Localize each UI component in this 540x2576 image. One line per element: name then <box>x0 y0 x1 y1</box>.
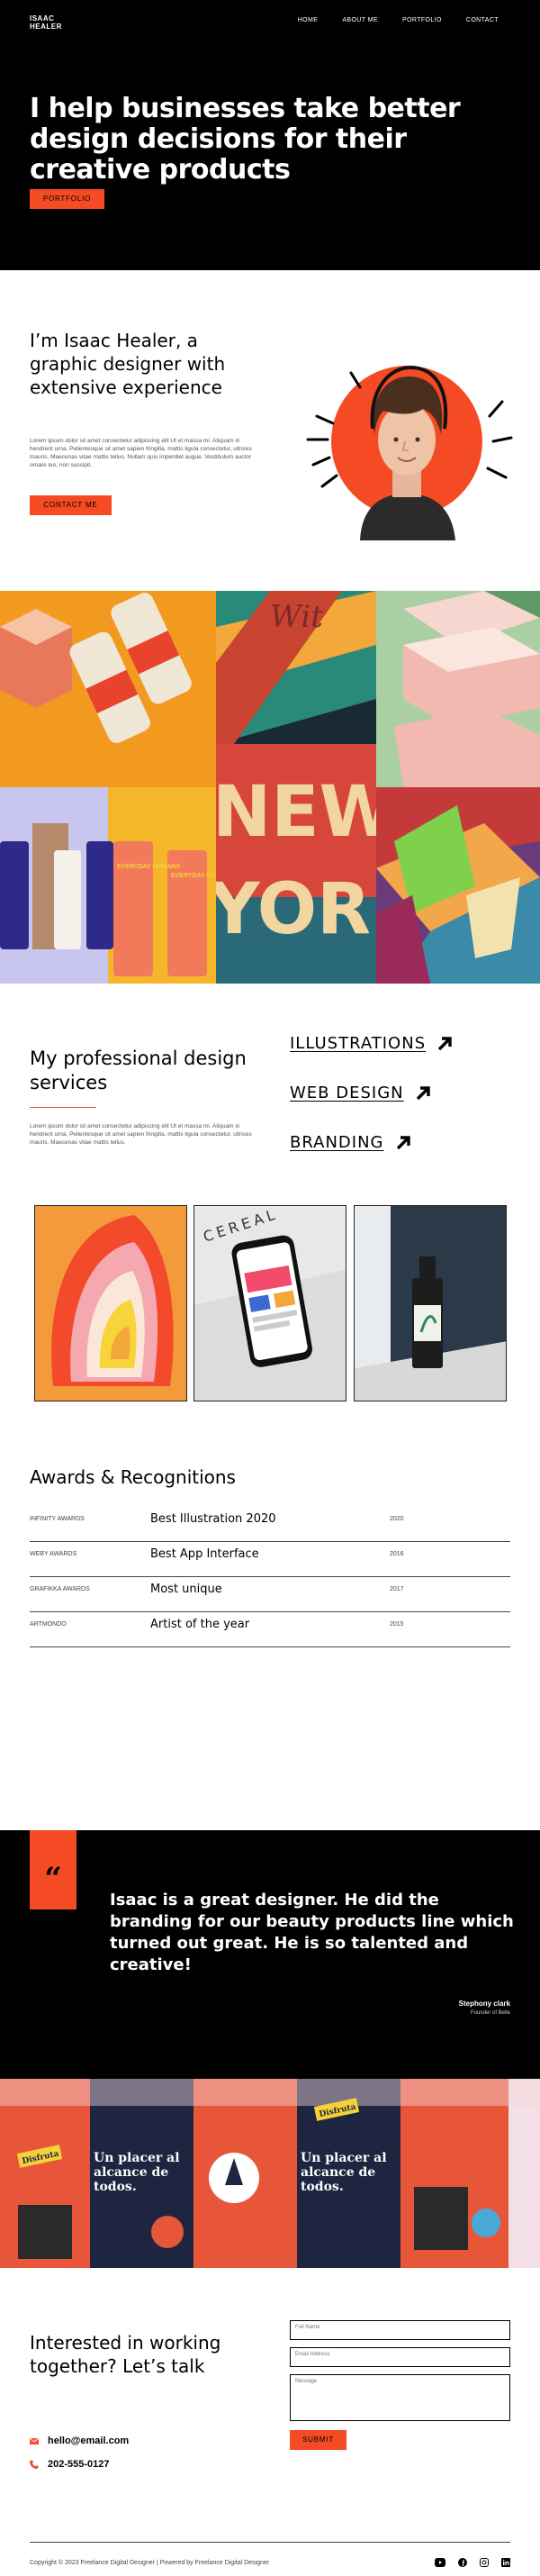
skincare-image: EVERYDAY HUMANS EVERYDAY HUMANS <box>0 787 216 984</box>
boxes-image <box>376 591 540 787</box>
about-heading: I’m Isaac Healer, a graphic designer wit… <box>30 330 226 398</box>
logo-line-1: ISAAC <box>30 14 55 23</box>
nav-item-home[interactable]: HOME <box>298 17 319 23</box>
facebook-icon[interactable] <box>458 2558 467 2567</box>
message-field[interactable]: Message <box>290 2374 510 2421</box>
service-link-label: ILLUSTRATIONS <box>290 1034 427 1053</box>
nav-menu: HOME ABOUT ME PORTFOLIO CONTACT <box>298 14 510 23</box>
award-year: 2017 <box>390 1586 404 1592</box>
award-year: 2020 <box>390 1516 404 1522</box>
gallery-tile-abstract[interactable] <box>376 787 540 984</box>
banner-image: Un placer al alcance de todos. Un placer a… <box>0 2079 540 2268</box>
portfolio-button[interactable]: PORTFOLIO <box>30 189 104 209</box>
portfolio-gallery: NEW YORK Wit <box>0 591 540 984</box>
nav-item-portfolio[interactable]: PORTFOLIO <box>402 17 442 23</box>
email-field[interactable]: Email Address <box>290 2347 510 2367</box>
hero-headline: I help businesses take better design dec… <box>30 93 461 186</box>
award-title: Artist of the year <box>150 1618 250 1631</box>
awards-section: Awards & Recognitions INFINITY AWARDS Be… <box>0 1452 540 1830</box>
illustration-image <box>35 1206 186 1401</box>
abstract-image <box>376 787 540 984</box>
submit-button[interactable]: SUBMIT <box>290 2430 346 2450</box>
svg-text:EVERYDAY HUMANS: EVERYDAY HUMANS <box>171 873 216 879</box>
testimonial-author: Stephony clark <box>458 2000 510 2008</box>
award-org: ARTMONDO <box>30 1621 67 1628</box>
services-body: Lorem ipsum dolor sit amet consectetur a… <box>30 1123 252 1146</box>
award-row: WEBY AWARDS Best App Interface 2016 <box>30 1542 510 1577</box>
testimonial-role: Founder of Belle <box>470 2010 510 2016</box>
arrow-up-right-icon <box>437 1036 452 1050</box>
award-row: INFINITY AWARDS Best Illustration 2020 2… <box>30 1507 510 1542</box>
new-york-image: NEW YORK Wit <box>216 591 376 984</box>
awards-heading: Awards & Recognitions <box>30 1466 236 1488</box>
service-card-illustration[interactable] <box>34 1205 187 1401</box>
instagram-icon[interactable] <box>480 2558 489 2567</box>
cans-image <box>0 591 216 787</box>
svg-text:YORK: YORK <box>216 869 376 950</box>
service-link-web-design[interactable]: WEB DESIGN <box>290 1084 431 1102</box>
cereal-app-image: CEREAL <box>194 1206 346 1401</box>
linkedin-icon[interactable] <box>501 2558 510 2567</box>
service-card-bottle[interactable] <box>354 1205 507 1401</box>
about-section: I’m Isaac Healer, a graphic designer wit… <box>0 270 540 591</box>
contact-me-button[interactable]: CONTACT ME <box>30 495 112 515</box>
arrow-up-right-icon <box>396 1135 410 1149</box>
phone-icon <box>30 2460 39 2469</box>
email-icon <box>30 2437 39 2444</box>
services-divider <box>30 1107 96 1108</box>
about-body: Lorem ipsum dolor sit amet consectetur a… <box>30 438 252 468</box>
award-title: Best Illustration 2020 <box>150 1512 276 1526</box>
contact-phone[interactable]: 202-555-0127 <box>30 2459 110 2470</box>
top-nav: ISAAC HEALER HOME ABOUT ME PORTFOLIO CON… <box>0 0 540 31</box>
service-link-label: WEB DESIGN <box>290 1084 404 1102</box>
gallery-tile-cans[interactable] <box>0 591 216 787</box>
service-card-app[interactable]: CEREAL <box>194 1205 346 1401</box>
award-title: Best App Interface <box>150 1547 259 1561</box>
award-org: WEBY AWARDS <box>30 1551 77 1557</box>
youtube-icon[interactable] <box>435 2558 446 2567</box>
service-link-illustrations[interactable]: ILLUSTRATIONS <box>290 1034 453 1053</box>
award-year: 2015 <box>390 1621 404 1628</box>
bottle-image <box>355 1206 506 1401</box>
email-text: hello@email.com <box>48 2435 130 2446</box>
nav-item-about[interactable]: ABOUT ME <box>342 17 378 23</box>
gallery-tile-new-york[interactable]: NEW YORK Wit <box>216 591 376 984</box>
nav-item-contact[interactable]: CONTACT <box>466 17 499 23</box>
svg-text:NEW: NEW <box>216 772 376 853</box>
name-field[interactable]: Full Name <box>290 2320 510 2340</box>
quote-icon: “ <box>30 1830 76 1909</box>
service-link-label: BRANDING <box>290 1133 384 1152</box>
testimonial-section: “ Isaac is a great designer. He did the … <box>0 1830 540 2079</box>
arrow-up-right-icon <box>416 1085 430 1100</box>
site-logo[interactable]: ISAAC HEALER <box>30 14 66 31</box>
contact-heading: Interested in working together? Let’s ta… <box>30 2332 221 2377</box>
testimonial-quote: Isaac is a great designer. He did the br… <box>110 1891 514 1974</box>
gallery-tile-boxes[interactable] <box>376 591 540 787</box>
svg-text:EVERYDAY HUMANS: EVERYDAY HUMANS <box>117 864 180 870</box>
award-org: INFINITY AWARDS <box>30 1516 85 1522</box>
services-section: My professional design services Lorem ip… <box>0 984 540 1452</box>
award-row: ARTMONDO Artist of the year 2015 <box>30 1612 510 1647</box>
services-heading: My professional design services <box>30 1048 247 1093</box>
social-links <box>435 2558 510 2567</box>
contact-email[interactable]: hello@email.com <box>30 2435 129 2446</box>
phone-text: 202-555-0127 <box>48 2459 110 2470</box>
logo-line-2: HEALER <box>30 23 62 31</box>
footer: Copyright © 2023 Freelance Digital Desig… <box>0 2538 540 2576</box>
award-title: Most unique <box>150 1583 222 1596</box>
portrait-image <box>306 365 513 540</box>
svg-text:Wit: Wit <box>270 599 323 635</box>
gallery-tile-skincare[interactable]: EVERYDAY HUMANS EVERYDAY HUMANS <box>0 787 216 984</box>
contact-section: Interested in working together? Let’s ta… <box>0 2268 540 2538</box>
award-org: GRAFIKKA AWARDS <box>30 1586 90 1592</box>
service-link-branding[interactable]: BRANDING <box>290 1133 411 1152</box>
copyright-text: Copyright © 2023 Freelance Digital Desig… <box>30 2560 270 2566</box>
award-year: 2016 <box>390 1551 404 1557</box>
hero-section: ISAAC HEALER HOME ABOUT ME PORTFOLIO CON… <box>0 0 540 270</box>
award-row: GRAFIKKA AWARDS Most unique 2017 <box>30 1577 510 1612</box>
footer-divider <box>30 2542 510 2543</box>
brand-banner: Un placer al alcance de todos. Un placer a… <box>0 2079 540 2268</box>
